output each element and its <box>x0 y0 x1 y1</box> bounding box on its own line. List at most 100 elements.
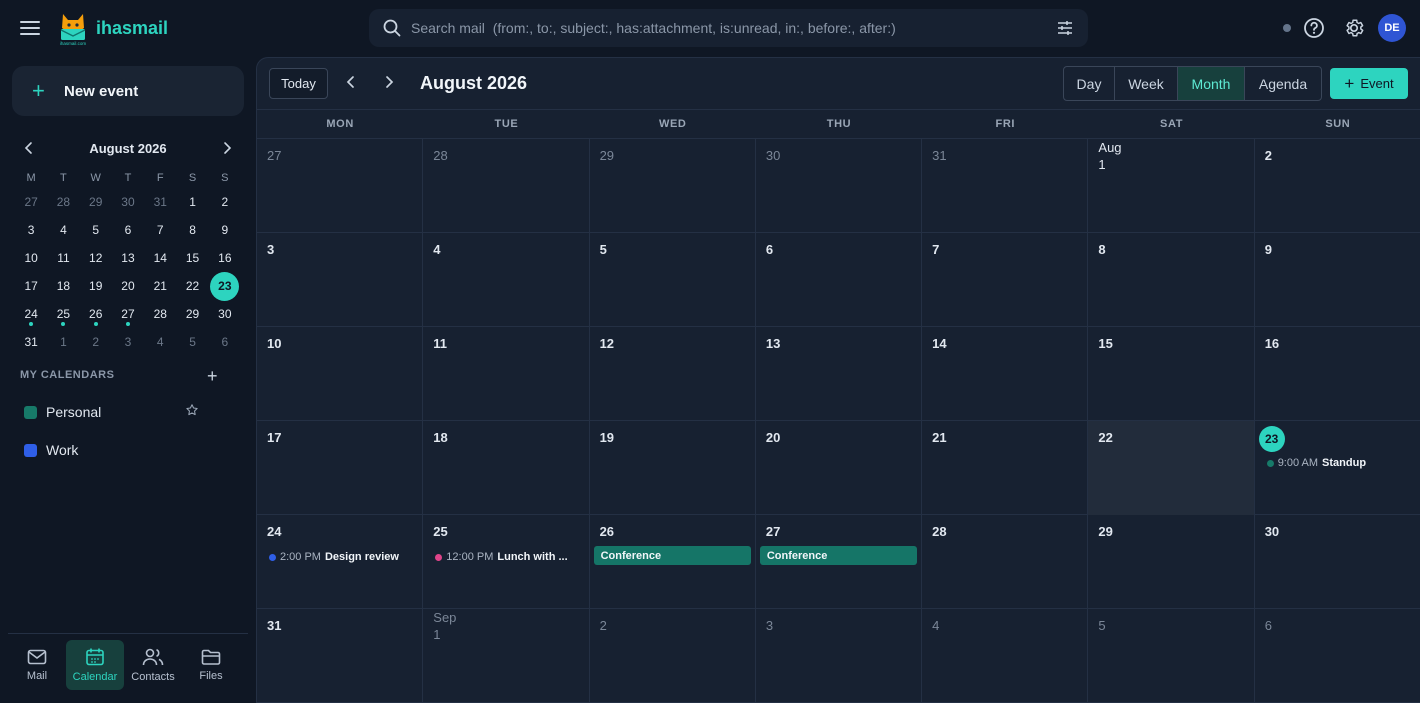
day-cell[interactable]: 12 <box>590 327 756 421</box>
mini-day[interactable]: 2 <box>209 188 241 216</box>
mini-day[interactable]: 3 <box>15 216 47 244</box>
mini-day[interactable]: 6 <box>209 328 241 356</box>
mini-day[interactable]: 22 <box>176 272 208 300</box>
day-cell[interactable]: 28 <box>922 515 1089 609</box>
help-icon[interactable] <box>1303 17 1325 42</box>
day-cell[interactable]: 30 <box>1255 515 1420 609</box>
mini-day[interactable]: 4 <box>47 216 79 244</box>
mini-day[interactable]: 26 <box>80 300 112 328</box>
mini-next-month-icon[interactable] <box>220 141 234 155</box>
day-cell[interactable]: 7 <box>922 233 1089 327</box>
day-cell[interactable]: 26 Conference <box>590 515 756 609</box>
mini-day[interactable]: 25 <box>47 300 79 328</box>
day-cell[interactable]: 23 9:00 AM Standup <box>1255 421 1420 515</box>
mini-day[interactable]: 19 <box>80 272 112 300</box>
today-button[interactable]: Today <box>269 68 328 99</box>
nav-files[interactable]: Files <box>182 640 240 690</box>
timed-event[interactable]: 12:00 PM Lunch with ... <box>435 549 585 565</box>
timed-event[interactable]: 9:00 AM Standup <box>1266 455 1417 471</box>
mini-day[interactable]: 18 <box>47 272 79 300</box>
app-logo[interactable]: ihasmail.com ihasmail <box>56 10 168 46</box>
all-day-event[interactable]: Conference <box>593 546 751 565</box>
new-event-button[interactable]: + New event <box>12 66 244 116</box>
mini-day[interactable]: 24 <box>15 300 47 328</box>
mini-day[interactable]: 15 <box>176 244 208 272</box>
mini-day[interactable]: 3 <box>112 328 144 356</box>
star-icon[interactable] <box>185 403 199 417</box>
day-cell[interactable]: 27 Conference <box>756 515 923 609</box>
mini-day[interactable]: 28 <box>47 188 79 216</box>
view-week-button[interactable]: Week <box>1115 67 1178 100</box>
day-cell[interactable]: 14 <box>922 327 1089 421</box>
day-cell[interactable]: 6 <box>1255 609 1420 703</box>
day-cell[interactable]: 20 <box>756 421 923 515</box>
mini-day[interactable]: 10 <box>15 244 47 272</box>
day-cell[interactable]: 5 <box>590 233 756 327</box>
nav-calendar[interactable]: Calendar <box>66 640 124 690</box>
day-cell[interactable]: 30 <box>756 139 923 233</box>
prev-month-icon[interactable] <box>343 74 359 90</box>
mini-day[interactable]: 29 <box>176 300 208 328</box>
mini-day[interactable]: 7 <box>144 216 176 244</box>
view-agenda-button[interactable]: Agenda <box>1245 67 1321 100</box>
mini-day[interactable]: 20 <box>112 272 144 300</box>
mini-day[interactable]: 30 <box>209 300 241 328</box>
mini-day[interactable]: 2 <box>80 328 112 356</box>
mini-day[interactable]: 4 <box>144 328 176 356</box>
timed-event[interactable]: 2:00 PM Design review <box>269 549 419 565</box>
search-input[interactable] <box>411 9 1041 47</box>
nav-mail[interactable]: Mail <box>8 640 66 690</box>
mini-day[interactable]: 27 <box>112 300 144 328</box>
mini-day[interactable]: 14 <box>144 244 176 272</box>
mini-day[interactable]: 21 <box>144 272 176 300</box>
day-cell[interactable]: 9 <box>1255 233 1420 327</box>
day-cell[interactable]: 31 <box>922 139 1089 233</box>
add-event-button[interactable]: + Event <box>1330 68 1408 99</box>
calendar-item-work[interactable]: Work <box>12 434 244 466</box>
mini-day[interactable]: 13 <box>112 244 144 272</box>
day-cell[interactable]: 19 <box>590 421 756 515</box>
day-cell[interactable]: Aug 1 <box>1088 139 1255 233</box>
mini-day[interactable]: 16 <box>209 244 241 272</box>
day-cell[interactable]: 31 <box>257 609 424 703</box>
day-cell[interactable]: 21 <box>922 421 1089 515</box>
day-cell[interactable]: 17 <box>257 421 424 515</box>
mini-day[interactable]: 29 <box>80 188 112 216</box>
day-cell[interactable]: 27 <box>257 139 424 233</box>
day-cell[interactable]: Sep 1 <box>423 609 590 703</box>
mini-day[interactable]: 5 <box>80 216 112 244</box>
mini-day[interactable]: 1 <box>47 328 79 356</box>
mini-day[interactable]: 12 <box>80 244 112 272</box>
mini-day[interactable]: 17 <box>15 272 47 300</box>
day-cell[interactable]: 4 <box>423 233 590 327</box>
gear-icon[interactable] <box>1343 17 1365 42</box>
calendar-item-personal[interactable]: Personal <box>12 396 244 428</box>
day-cell[interactable]: 5 <box>1088 609 1255 703</box>
mini-day[interactable]: 8 <box>176 216 208 244</box>
day-cell[interactable]: 11 <box>423 327 590 421</box>
day-cell[interactable]: 3 <box>257 233 424 327</box>
mini-day[interactable]: 28 <box>144 300 176 328</box>
nav-contacts[interactable]: Contacts <box>124 640 182 690</box>
mini-day[interactable]: 11 <box>47 244 79 272</box>
day-cell[interactable]: 3 <box>756 609 923 703</box>
mini-day[interactable]: 27 <box>15 188 47 216</box>
filter-sliders-icon[interactable] <box>1056 19 1074 37</box>
mini-day-today[interactable]: 23 <box>209 271 241 301</box>
all-day-event[interactable]: Conference <box>759 546 917 565</box>
day-cell[interactable]: 24 2:00 PM Design review <box>257 515 424 609</box>
day-cell[interactable]: 4 <box>922 609 1089 703</box>
day-cell[interactable]: 2 <box>590 609 756 703</box>
view-month-button[interactable]: Month <box>1178 67 1245 100</box>
day-cell[interactable]: 16 <box>1255 327 1420 421</box>
day-cell[interactable]: 2 <box>1255 139 1420 233</box>
day-cell[interactable]: 13 <box>756 327 923 421</box>
avatar[interactable]: DE <box>1378 14 1406 42</box>
mini-day[interactable]: 9 <box>209 216 241 244</box>
day-cell[interactable]: 6 <box>756 233 923 327</box>
day-cell[interactable]: 25 12:00 PM Lunch with ... <box>423 515 590 609</box>
menu-icon[interactable] <box>18 16 42 40</box>
mini-day[interactable]: 6 <box>112 216 144 244</box>
day-cell[interactable]: 29 <box>590 139 756 233</box>
day-cell[interactable]: 15 <box>1088 327 1255 421</box>
